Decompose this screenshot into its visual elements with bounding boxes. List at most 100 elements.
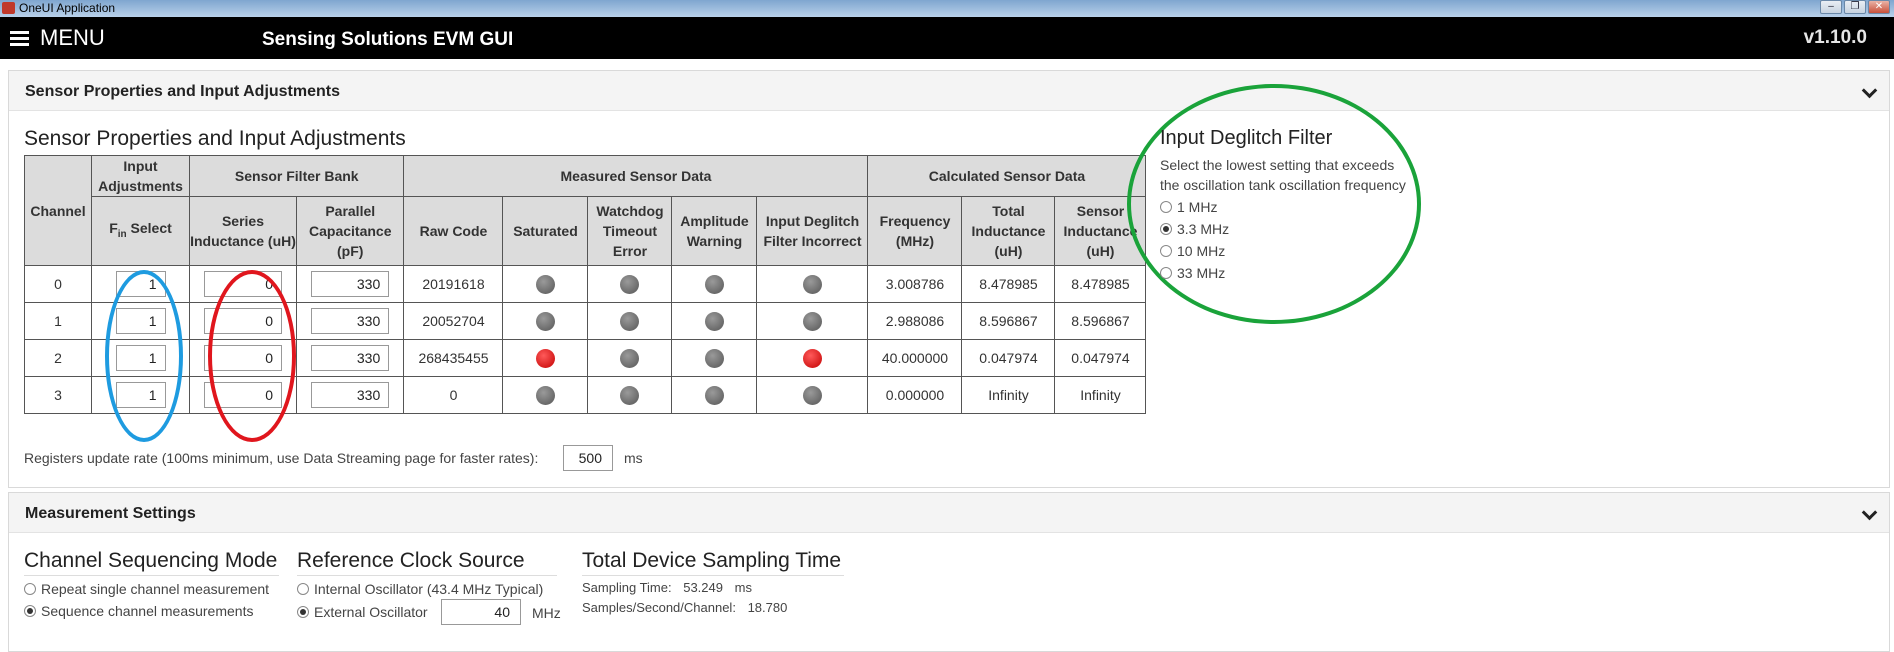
radio-label: 10 MHz	[1177, 243, 1226, 259]
radio-button[interactable]	[1160, 245, 1172, 257]
table-row: 3 0 0.000000 Infinity Infinity	[24, 376, 1147, 414]
deglitch-option-33mhz[interactable]: 33 MHz	[1160, 265, 1225, 281]
update-rate-input[interactable]: 500	[563, 445, 613, 471]
sequencing-option-sequence[interactable]: Sequence channel measurements	[24, 603, 253, 619]
fin-select-input[interactable]	[115, 345, 166, 371]
chevron-down-icon[interactable]	[1861, 504, 1878, 521]
input-adjustments-header: Input Adjustments	[91, 155, 190, 197]
amplitude-warning-header: Amplitude Warning	[671, 196, 758, 266]
radio-button[interactable]	[24, 605, 36, 617]
channel-header: Channel	[24, 155, 92, 266]
radio-button[interactable]	[297, 583, 309, 595]
amplitude-indicator	[704, 348, 724, 368]
window-title-bar: OneUI Application – ❐ ✕	[0, 0, 1894, 17]
parallel-capacitance-input[interactable]	[311, 271, 390, 297]
radio-button[interactable]	[297, 606, 309, 618]
channel-cell: 3	[24, 376, 92, 414]
sensor-data-table: Channel Input Adjustments Sensor Filter …	[24, 155, 1147, 414]
series-inductance-input[interactable]	[204, 308, 282, 334]
series-inductance-input[interactable]	[204, 382, 282, 408]
series-inductance-header: Series Inductance (uH)	[189, 196, 297, 266]
series-inductance-input[interactable]	[204, 271, 282, 297]
chevron-down-icon[interactable]	[1861, 82, 1878, 99]
sequencing-title: Channel Sequencing Mode	[24, 549, 279, 576]
update-rate-label: Registers update rate (100ms minimum, us…	[24, 450, 539, 466]
deglitch-cell	[756, 302, 869, 340]
radio-label: Internal Oscillator (43.4 MHz Typical)	[314, 581, 544, 597]
fin-select-input[interactable]	[115, 308, 166, 334]
hamburger-menu-icon[interactable]	[10, 31, 29, 46]
deglitch-option-10mhz[interactable]: 10 MHz	[1160, 243, 1225, 259]
menu-button[interactable]: MENU	[40, 25, 105, 51]
total-inductance-cell: 0.047974	[961, 339, 1056, 377]
raw-code-cell: 20052704	[403, 302, 504, 340]
minimize-icon[interactable]: –	[1820, 0, 1842, 14]
window-controls: – ❐ ✕	[1820, 0, 1890, 16]
table-row: 1 20052704 2.988086 8.596867 8.596867	[24, 302, 1147, 340]
panel-header[interactable]: Measurement Settings	[9, 493, 1889, 533]
radio-label: 1 MHz	[1177, 199, 1218, 215]
restore-icon[interactable]: ❐	[1844, 0, 1866, 14]
amplitude-cell	[671, 265, 758, 303]
saturated-indicator	[535, 348, 555, 368]
sampling-title: Total Device Sampling Time	[582, 549, 844, 576]
channel-cell: 0	[24, 265, 92, 303]
sps-value: 18.780	[747, 600, 788, 615]
deglitch-option-3-3mhz[interactable]: 3.3 MHz	[1160, 221, 1229, 237]
raw-code-cell: 0	[403, 376, 504, 414]
amplitude-cell	[671, 302, 758, 340]
series-inductance-cell	[189, 339, 297, 377]
deglitch-desc-line: Select the lowest setting that exceeds	[1160, 157, 1395, 173]
saturated-cell	[502, 265, 589, 303]
watchdog-header: Watchdog Timeout Error	[587, 196, 673, 266]
sensor-inductance-cell: 0.047974	[1054, 339, 1147, 377]
deglitch-option-1mhz[interactable]: 1 MHz	[1160, 199, 1217, 215]
parallel-capacitance-cell	[295, 302, 405, 340]
frequency-cell: 0.000000	[867, 376, 963, 414]
radio-button[interactable]	[24, 583, 36, 595]
app-header: MENU Sensing Solutions EVM GUI v1.10.0	[0, 17, 1894, 59]
parallel-capacitance-input[interactable]	[311, 345, 390, 371]
deglitch-indicator	[802, 385, 822, 405]
measurement-settings-panel: Measurement Settings	[8, 492, 1890, 652]
panel-header[interactable]: Sensor Properties and Input Adjustments	[9, 71, 1889, 111]
radio-button[interactable]	[1160, 267, 1172, 279]
radio-button[interactable]	[1160, 201, 1172, 213]
radio-label: Sequence channel measurements	[41, 603, 254, 619]
parallel-capacitance-header: Parallel Capacitance (pF)	[295, 196, 405, 266]
deglitch-desc-line: the oscillation tank oscillation frequen…	[1160, 177, 1406, 193]
radio-button[interactable]	[1160, 223, 1172, 235]
frequency-cell: 3.008786	[867, 265, 963, 303]
total-inductance-cell: 8.478985	[961, 265, 1056, 303]
parallel-capacitance-cell	[295, 376, 405, 414]
parallel-capacitance-input[interactable]	[311, 308, 390, 334]
clock-option-internal[interactable]: Internal Oscillator (43.4 MHz Typical)	[297, 581, 543, 597]
watchdog-cell	[587, 265, 673, 303]
fin-select-input[interactable]	[115, 382, 166, 408]
sensor-inductance-header: Sensor Inductance (uH)	[1054, 196, 1147, 266]
fin-select-cell	[91, 376, 190, 414]
parallel-capacitance-input[interactable]	[311, 382, 390, 408]
raw-code-cell: 20191618	[403, 265, 504, 303]
panel-title: Measurement Settings	[25, 505, 196, 522]
external-clock-input[interactable]: 40	[441, 599, 521, 625]
fin-select-input[interactable]	[115, 271, 166, 297]
sequencing-option-single[interactable]: Repeat single channel measurement	[24, 581, 269, 597]
deglitch-indicator	[802, 311, 822, 331]
parallel-capacitance-cell	[295, 339, 405, 377]
amplitude-indicator	[704, 311, 724, 331]
series-inductance-cell	[189, 302, 297, 340]
series-inductance-input[interactable]	[204, 345, 282, 371]
sensor-inductance-cell: Infinity	[1054, 376, 1147, 414]
deglitch-cell	[756, 376, 869, 414]
saturated-indicator	[535, 385, 555, 405]
table-row: 2 268435455 40.000000 0.047974 0.047974	[24, 339, 1147, 377]
app-title: Sensing Solutions EVM GUI	[262, 29, 514, 50]
fin-select-cell	[91, 265, 190, 303]
clock-option-external[interactable]: External Oscillator	[297, 604, 428, 620]
close-icon[interactable]: ✕	[1868, 0, 1890, 14]
sps-label: Samples/Second/Channel:	[582, 600, 736, 615]
calculated-sensor-data-header: Calculated Sensor Data	[867, 155, 1147, 197]
radio-label: Repeat single channel measurement	[41, 581, 270, 597]
watchdog-cell	[587, 302, 673, 340]
